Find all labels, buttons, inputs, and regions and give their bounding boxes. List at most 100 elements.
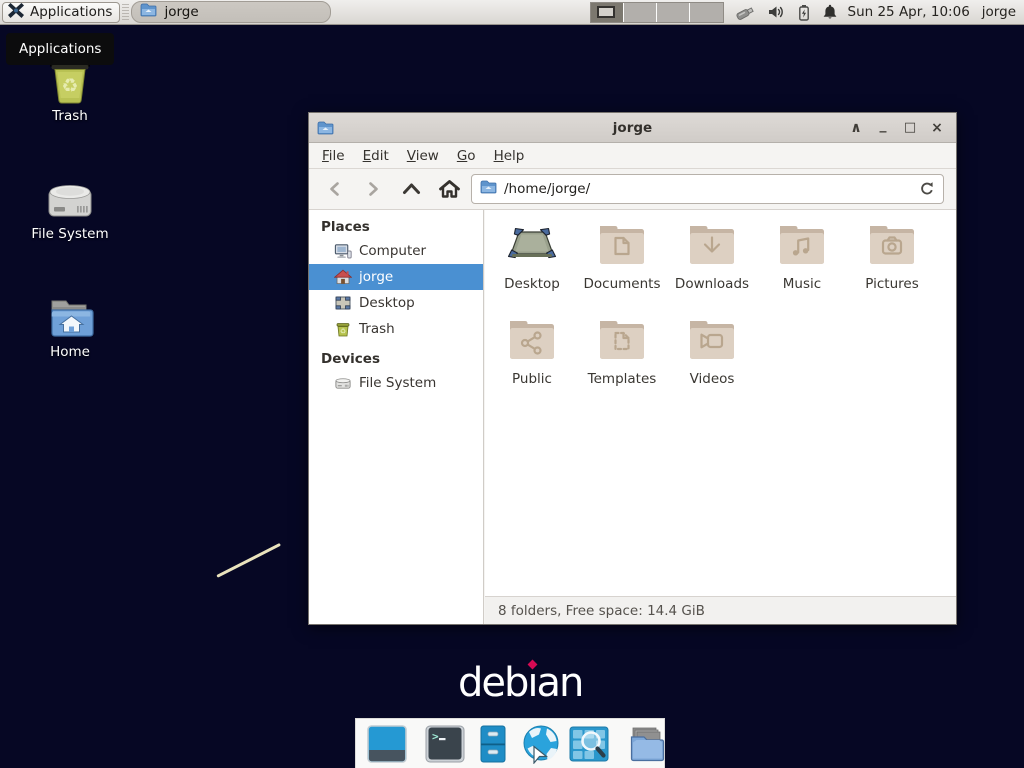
- dock-file-cabinet-button[interactable]: [473, 725, 513, 763]
- file-item-documents[interactable]: Documents: [577, 214, 667, 309]
- desktop-icon-home[interactable]: Home: [16, 288, 124, 360]
- path-input[interactable]: /home/jorge/: [504, 181, 919, 197]
- sidebar-item-computer[interactable]: Computer: [309, 238, 483, 264]
- xfce-logo-icon: [7, 3, 25, 22]
- desktop-icon-label: File System: [16, 226, 124, 242]
- sidebar-item-label: jorge: [359, 269, 393, 285]
- svg-text:♻: ♻: [61, 75, 78, 97]
- taskbar-label: jorge: [164, 4, 198, 20]
- wallpaper-swirl-line: [216, 543, 281, 578]
- taskbar-button[interactable]: jorge: [131, 1, 331, 23]
- reload-button[interactable]: [919, 181, 935, 197]
- nav-buttons: [309, 174, 465, 204]
- workspace-switcher[interactable]: [590, 2, 724, 23]
- file-item-music[interactable]: Music: [757, 214, 847, 309]
- home-button[interactable]: [433, 174, 465, 204]
- svg-text:♻: ♻: [340, 328, 346, 336]
- public-folder-icon: [487, 315, 577, 367]
- toolbar: /home/jorge/: [309, 169, 956, 210]
- downloads-folder-icon: [667, 220, 757, 272]
- sidebar-header-places: Places: [309, 216, 483, 238]
- minimize-button[interactable]: _: [876, 118, 890, 132]
- menu-file[interactable]: File: [313, 145, 354, 167]
- sidebar-item-label: Desktop: [359, 295, 415, 311]
- dock-app-finder-button[interactable]: [569, 725, 609, 763]
- workspace-2[interactable]: [624, 3, 657, 22]
- sidebar-item-file-system[interactable]: File System: [309, 370, 483, 396]
- filesystem-desktop-icon: [16, 170, 124, 222]
- path-folder-icon: [480, 180, 497, 198]
- file-item-downloads[interactable]: Downloads: [667, 214, 757, 309]
- sidebar-item-jorge[interactable]: jorge: [309, 264, 483, 290]
- window-folder-icon: [317, 121, 334, 135]
- file-item-label: Templates: [577, 371, 667, 387]
- system-tray: [734, 4, 838, 21]
- music-folder-icon: [757, 220, 847, 272]
- debian-red-diamond: [528, 660, 538, 670]
- menubar: FileEditViewGoHelp: [309, 143, 956, 169]
- sidebar-item-desktop[interactable]: Desktop: [309, 290, 483, 316]
- dock-web-browser-button[interactable]: [521, 724, 561, 764]
- dock: >: [355, 718, 665, 768]
- up-button[interactable]: [395, 174, 427, 204]
- menu-edit[interactable]: Edit: [354, 145, 398, 167]
- drive-mini-icon: [334, 375, 352, 391]
- workspace-4[interactable]: [690, 3, 723, 22]
- menu-go[interactable]: Go: [448, 145, 485, 167]
- forward-button[interactable]: [357, 174, 389, 204]
- file-item-label: Videos: [667, 371, 757, 387]
- menu-help[interactable]: Help: [485, 145, 534, 167]
- trash-mini-icon: ♻: [334, 321, 352, 337]
- sidebar-item-label: File System: [359, 375, 436, 391]
- applications-tooltip: Applications: [6, 33, 114, 65]
- documents-folder-icon: [577, 220, 667, 272]
- file-item-videos[interactable]: Videos: [667, 309, 757, 404]
- dock-file-manager-button[interactable]: [627, 725, 667, 763]
- shade-button[interactable]: ∧: [849, 121, 863, 135]
- top-panel: Applications jorge Sun 25 Apr, 10:06 jor…: [0, 0, 1024, 25]
- file-item-public[interactable]: Public: [487, 309, 577, 404]
- panel-username[interactable]: jorge: [982, 4, 1016, 20]
- volume-icon[interactable]: [767, 4, 786, 20]
- file-item-templates[interactable]: Templates: [577, 309, 667, 404]
- dock-show-desktop-button[interactable]: [367, 725, 407, 763]
- desktop: Applications jorge Sun 25 Apr, 10:06 jor…: [0, 0, 1024, 768]
- window-controls: ∧ _ □ ×: [849, 121, 956, 135]
- menu-view[interactable]: View: [398, 145, 448, 167]
- desktop-icon-file-system[interactable]: File System: [16, 170, 124, 242]
- file-item-label: Music: [757, 276, 847, 292]
- workspace-3[interactable]: [657, 3, 690, 22]
- sidebar-item-trash[interactable]: ♻ Trash: [309, 316, 483, 342]
- applications-label: Applications: [30, 4, 112, 20]
- sidebar-item-label: Trash: [359, 321, 395, 337]
- back-button[interactable]: [319, 174, 351, 204]
- applications-button[interactable]: Applications: [2, 2, 120, 23]
- sidebar-item-label: Computer: [359, 243, 426, 259]
- dock-terminal-button[interactable]: >: [425, 725, 465, 763]
- statusbar: 8 folders, Free space: 14.4 GiB: [485, 596, 956, 624]
- maximize-button[interactable]: □: [903, 121, 917, 135]
- home-desktop-icon: [16, 288, 124, 340]
- titlebar[interactable]: jorge ∧_□×: [309, 113, 956, 143]
- removable-device-icon[interactable]: [734, 4, 756, 21]
- file-item-label: Public: [487, 371, 577, 387]
- file-item-pictures[interactable]: Pictures: [847, 214, 937, 309]
- file-item-label: Desktop: [487, 276, 577, 292]
- svg-text:>: >: [432, 730, 439, 743]
- file-item-desktop[interactable]: Desktop: [487, 214, 577, 309]
- templates-folder-icon: [577, 315, 667, 367]
- files-grid: DesktopDocumentsDownloadsMusicPictures Pu…: [485, 210, 956, 596]
- computer-icon: [334, 243, 352, 260]
- file-manager-window: jorge ∧ _ □ × FileEditViewGoHelp /home/jorg…: [308, 112, 957, 625]
- bell-icon[interactable]: [822, 4, 838, 21]
- close-button[interactable]: ×: [930, 121, 944, 135]
- clock[interactable]: Sun 25 Apr, 10:06: [848, 4, 970, 20]
- file-item-label: Downloads: [667, 276, 757, 292]
- pictures-folder-icon: [847, 220, 937, 272]
- desktop-icon-label: Home: [16, 344, 124, 360]
- panel-handle[interactable]: [122, 4, 129, 21]
- battery-icon[interactable]: [797, 4, 811, 21]
- user-home-icon: [334, 269, 352, 285]
- path-bar[interactable]: /home/jorge/: [471, 174, 944, 204]
- workspace-1[interactable]: [591, 3, 624, 22]
